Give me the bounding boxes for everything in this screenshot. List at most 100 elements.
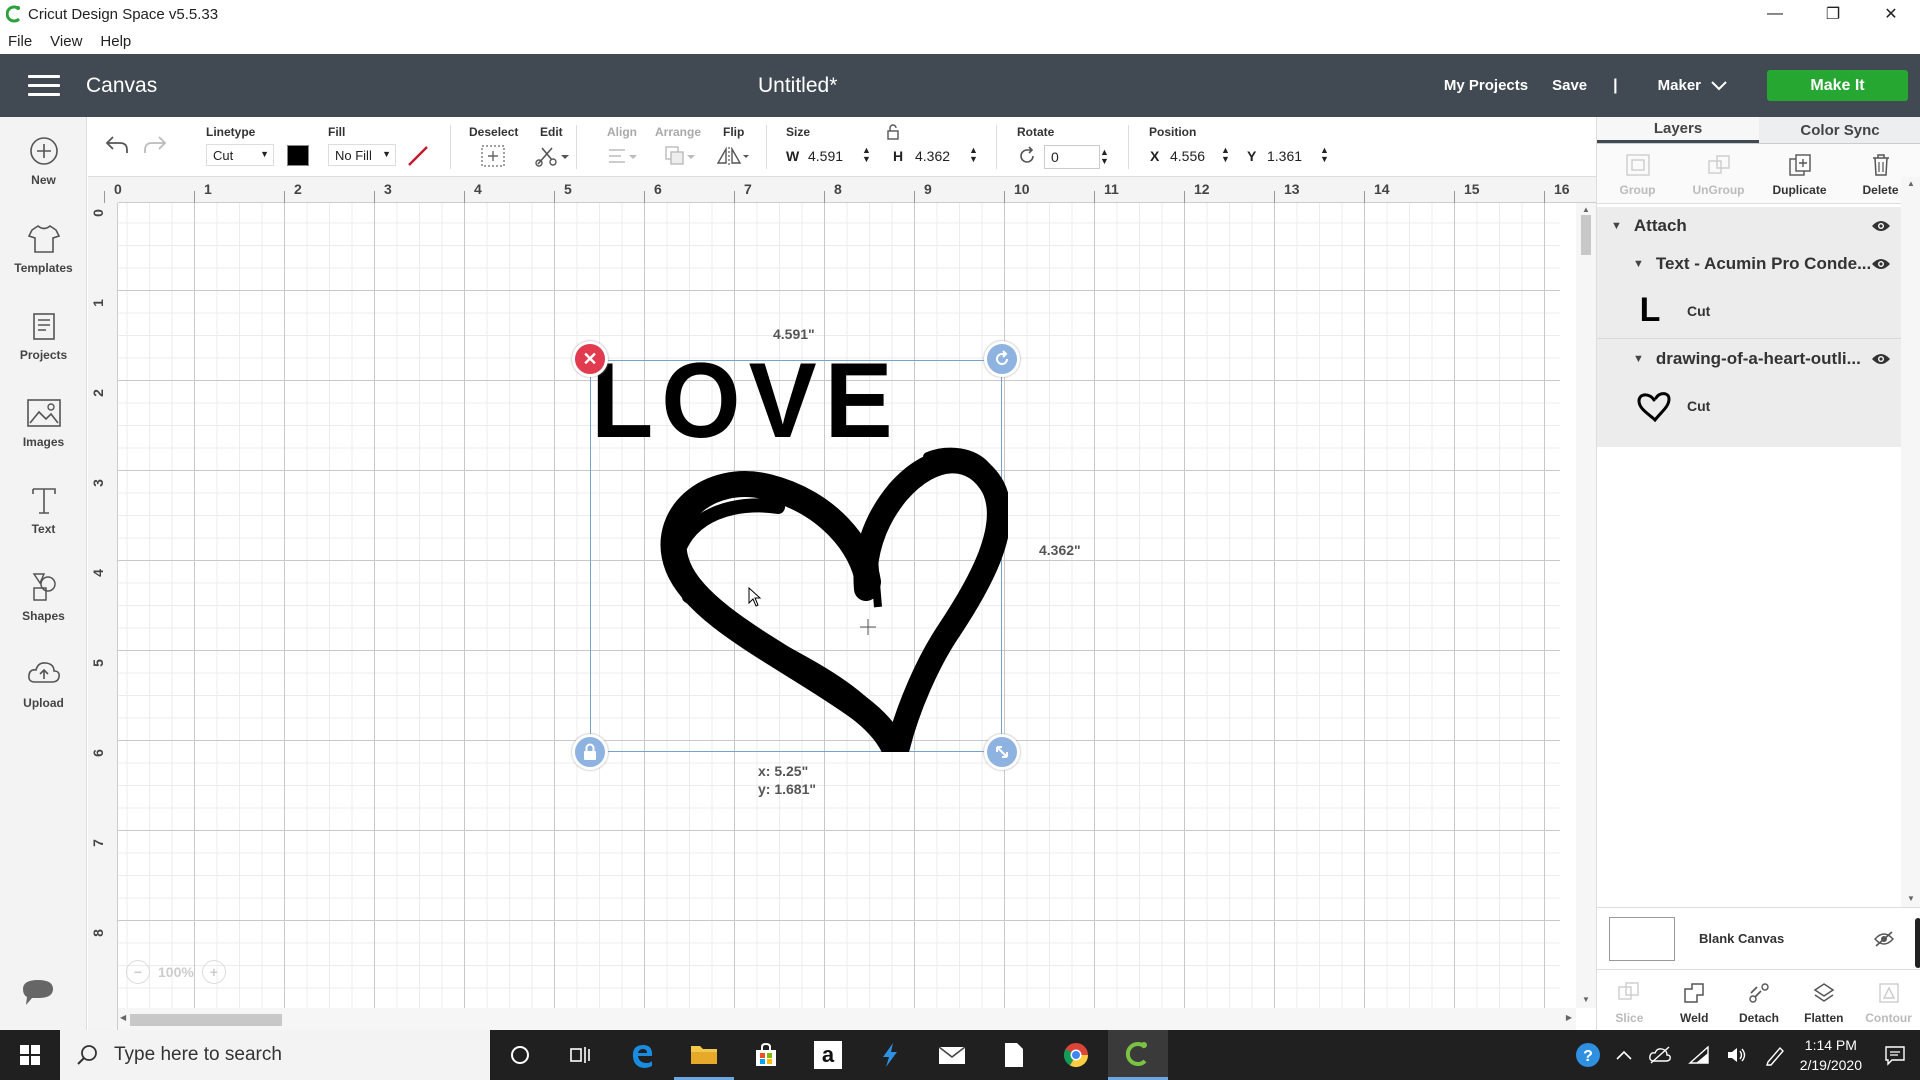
panel-scrollbar[interactable]: ▲ ▼ xyxy=(1901,177,1920,907)
duplicate-button[interactable]: Duplicate xyxy=(1759,144,1840,203)
edit-scissors-icon[interactable] xyxy=(534,144,570,168)
redo-icon[interactable] xyxy=(142,134,168,156)
chat-bubble-icon[interactable] xyxy=(20,977,56,1009)
eye-icon[interactable] xyxy=(1871,257,1891,271)
position-y-stepper-icon[interactable]: ▲ ▼ xyxy=(1320,146,1329,164)
machine-select[interactable]: Maker xyxy=(1658,77,1727,94)
rotate-stepper-icon[interactable]: ▲ ▼ xyxy=(1100,148,1109,166)
rotate-handle[interactable] xyxy=(984,341,1020,377)
eye-icon[interactable] xyxy=(1871,219,1891,233)
wifi-icon[interactable] xyxy=(1687,1046,1710,1064)
delete-handle[interactable]: ✕ xyxy=(572,341,608,377)
layer-text[interactable]: ▼ Text - Acumin Pro Conde... xyxy=(1597,245,1901,283)
undo-icon[interactable] xyxy=(104,134,130,156)
horizontal-scrollbar[interactable]: ◀ ▶ xyxy=(118,1008,1576,1030)
chevron-up-icon[interactable] xyxy=(1616,1049,1632,1061)
hamburger-menu-icon[interactable] xyxy=(28,75,60,96)
zoom-out-button[interactable]: − xyxy=(126,960,150,984)
linetype-select[interactable]: Cut ▼ xyxy=(206,144,274,166)
make-it-button[interactable]: Make It xyxy=(1767,70,1908,101)
width-input[interactable]: 4.591 xyxy=(801,144,865,168)
slice-button[interactable]: Slice xyxy=(1597,970,1662,1031)
chrome-button[interactable] xyxy=(1046,1030,1106,1080)
sidebar-item-text[interactable]: Text xyxy=(0,484,87,536)
sidebar-item-shapes[interactable]: Shapes xyxy=(0,571,87,623)
vertical-scroll-thumb[interactable] xyxy=(1581,215,1591,255)
zoom-in-button[interactable]: + xyxy=(201,960,226,984)
maximize-button[interactable]: ❐ xyxy=(1804,0,1862,28)
sublayer-heart-cut[interactable]: Cut xyxy=(1597,378,1901,434)
flatten-button[interactable]: Flatten xyxy=(1791,970,1856,1031)
ungroup-button[interactable]: UnGroup xyxy=(1678,144,1759,203)
caret-down-icon[interactable]: ▼ xyxy=(1633,353,1644,365)
eye-icon[interactable] xyxy=(1871,352,1891,366)
caret-down-icon[interactable]: ▼ xyxy=(1633,258,1644,270)
sidebar-item-new[interactable]: New xyxy=(0,135,87,187)
resize-handle[interactable] xyxy=(984,734,1020,770)
layer-heart-drawing[interactable]: ▼ drawing-of-a-heart-outli... xyxy=(1597,340,1901,378)
tab-color-sync[interactable]: Color Sync xyxy=(1759,117,1920,143)
close-window-button[interactable]: ✕ xyxy=(1862,0,1920,28)
position-x-stepper-icon[interactable]: ▲ ▼ xyxy=(1221,146,1230,164)
tab-layers[interactable]: Layers xyxy=(1597,117,1759,143)
onedrive-cloud-icon[interactable] xyxy=(1648,1046,1672,1064)
lock-icon[interactable] xyxy=(886,124,900,140)
notification-icon[interactable] xyxy=(1884,1044,1906,1066)
design-canvas[interactable]: 0 1 2 3 4 5 6 7 8 9 10 11 12 13 14 15 16 012345678 4.591… xyxy=(88,177,1596,1030)
position-x-input[interactable]: 4.556 xyxy=(1163,144,1223,168)
cricut-taskbar-button[interactable] xyxy=(1108,1030,1168,1080)
lock-proportions-handle[interactable] xyxy=(572,734,608,770)
group-button[interactable]: Group xyxy=(1597,144,1678,203)
width-stepper-icon[interactable]: ▲ ▼ xyxy=(862,146,871,164)
sidebar-item-upload[interactable]: Upload xyxy=(0,658,87,710)
taskbar-search-box[interactable]: Type here to search xyxy=(60,1030,490,1080)
deselect-icon[interactable] xyxy=(480,144,506,168)
amazon-button[interactable]: a xyxy=(798,1030,858,1080)
windows-start-button[interactable] xyxy=(0,1030,60,1080)
height-stepper-icon[interactable]: ▲ ▼ xyxy=(969,146,978,164)
no-fill-swatch-icon[interactable] xyxy=(407,145,429,167)
detach-button[interactable]: Detach xyxy=(1727,970,1792,1031)
fill-select[interactable]: No Fill ▼ xyxy=(328,144,396,166)
minimize-button[interactable]: — xyxy=(1746,0,1804,28)
mail-button[interactable] xyxy=(922,1030,982,1080)
blank-canvas-swatch[interactable] xyxy=(1609,916,1675,961)
sidebar-item-images[interactable]: Images xyxy=(0,397,87,449)
caret-down-icon[interactable]: ▼ xyxy=(1611,220,1622,232)
rotate-input[interactable]: 0 xyxy=(1044,145,1100,169)
edge-browser-button[interactable] xyxy=(612,1030,672,1080)
pen-icon[interactable] xyxy=(1764,1044,1786,1066)
cortana-button[interactable] xyxy=(490,1030,550,1080)
sublayer-text-cut[interactable]: L Cut xyxy=(1597,283,1901,339)
position-y-input[interactable]: 1.361 xyxy=(1260,144,1320,168)
heart-drawing-layer[interactable] xyxy=(628,407,1008,752)
menu-help[interactable]: Help xyxy=(100,33,131,50)
fill-label: Fill xyxy=(328,125,346,139)
notepad-button[interactable] xyxy=(984,1030,1044,1080)
horizontal-scroll-thumb[interactable] xyxy=(130,1014,282,1026)
save-link[interactable]: Save xyxy=(1552,77,1587,94)
store-button[interactable] xyxy=(736,1030,796,1080)
menu-view[interactable]: View xyxy=(50,33,82,50)
help-icon[interactable]: ? xyxy=(1574,1041,1602,1069)
vertical-scrollbar[interactable]: ▲ ▼ xyxy=(1576,203,1596,1008)
file-explorer-button[interactable] xyxy=(674,1030,734,1080)
contour-button[interactable]: Contour xyxy=(1856,970,1920,1031)
layer-group-attach[interactable]: ▼ Attach xyxy=(1597,207,1901,245)
blank-canvas-row[interactable]: Blank Canvas xyxy=(1597,908,1920,970)
weld-button[interactable]: Weld xyxy=(1662,970,1727,1031)
ruler-tick-label: 16 xyxy=(1554,181,1570,197)
sidebar-item-templates[interactable]: Templates xyxy=(0,223,87,275)
flip-icon[interactable] xyxy=(715,144,751,168)
task-view-button[interactable] xyxy=(550,1030,610,1080)
linetype-color-swatch[interactable] xyxy=(287,145,309,166)
height-input[interactable]: 4.362 xyxy=(908,144,972,168)
align-icon xyxy=(609,149,637,163)
my-projects-link[interactable]: My Projects xyxy=(1444,77,1528,94)
app-button[interactable] xyxy=(860,1030,920,1080)
volume-icon[interactable] xyxy=(1726,1046,1748,1064)
sidebar-item-projects[interactable]: Projects xyxy=(0,310,87,362)
taskbar-clock[interactable]: 1:14 PM 2/19/2020 xyxy=(1800,1035,1862,1075)
menu-file[interactable]: File xyxy=(8,33,32,50)
eye-hidden-icon[interactable] xyxy=(1873,930,1895,947)
